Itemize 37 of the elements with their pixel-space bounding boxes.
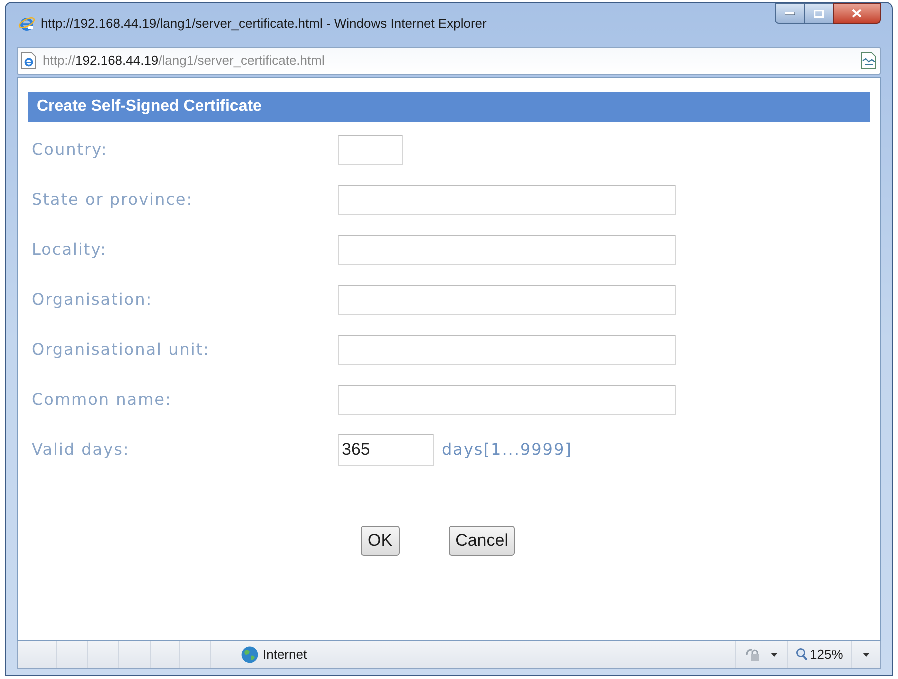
- unit-label: days[1...9999]: [442, 439, 572, 461]
- number-field[interactable]: 365: [338, 434, 434, 466]
- text-field[interactable]: [338, 285, 676, 315]
- text-field[interactable]: [338, 185, 676, 215]
- field-label: Common name:: [32, 389, 173, 411]
- maximize-button[interactable]: [805, 3, 833, 24]
- lock-icon[interactable]: [745, 646, 761, 662]
- close-button[interactable]: [833, 3, 881, 24]
- maximize-icon: [814, 10, 824, 18]
- text-field[interactable]: [338, 135, 403, 165]
- page-icon: [21, 52, 37, 70]
- minimize-button[interactable]: [775, 3, 805, 24]
- text-field[interactable]: [338, 335, 676, 365]
- field-label: Locality:: [32, 239, 108, 261]
- browser-logo-icon: [18, 15, 36, 33]
- field-label: Organisational unit:: [32, 339, 211, 361]
- window-title: http://192.168.44.19/lang1/server_certificate.html - Windows Internet Explorer: [41, 15, 487, 34]
- globe-icon: [241, 646, 259, 664]
- zoom-level[interactable]: 125%: [810, 644, 844, 664]
- caret-icon[interactable]: [771, 652, 778, 656]
- zone-label: Internet: [263, 646, 308, 664]
- field-label: State or province:: [32, 189, 194, 211]
- magnifier-icon[interactable]: [796, 648, 808, 661]
- form-title: Create Self-Signed Certificate: [37, 97, 262, 117]
- document-icon[interactable]: [861, 52, 877, 70]
- field-label: Country:: [32, 139, 109, 161]
- field-label: Organisation:: [32, 289, 154, 311]
- minimize-icon: [785, 12, 795, 15]
- caret-icon[interactable]: [862, 652, 870, 656]
- address-text: http://192.168.44.19/lang1/server_certificate.html: [43, 52, 325, 70]
- close-icon: [852, 9, 862, 18]
- address-field[interactable]: http://192.168.44.19/lang1/server_certificate.html: [17, 47, 881, 75]
- field-label: Valid days:: [32, 439, 131, 461]
- text-field[interactable]: [338, 385, 676, 415]
- text-field[interactable]: [338, 235, 676, 265]
- dialog-button[interactable]: Cancel: [448, 526, 516, 556]
- dialog-button[interactable]: OK: [361, 526, 400, 556]
